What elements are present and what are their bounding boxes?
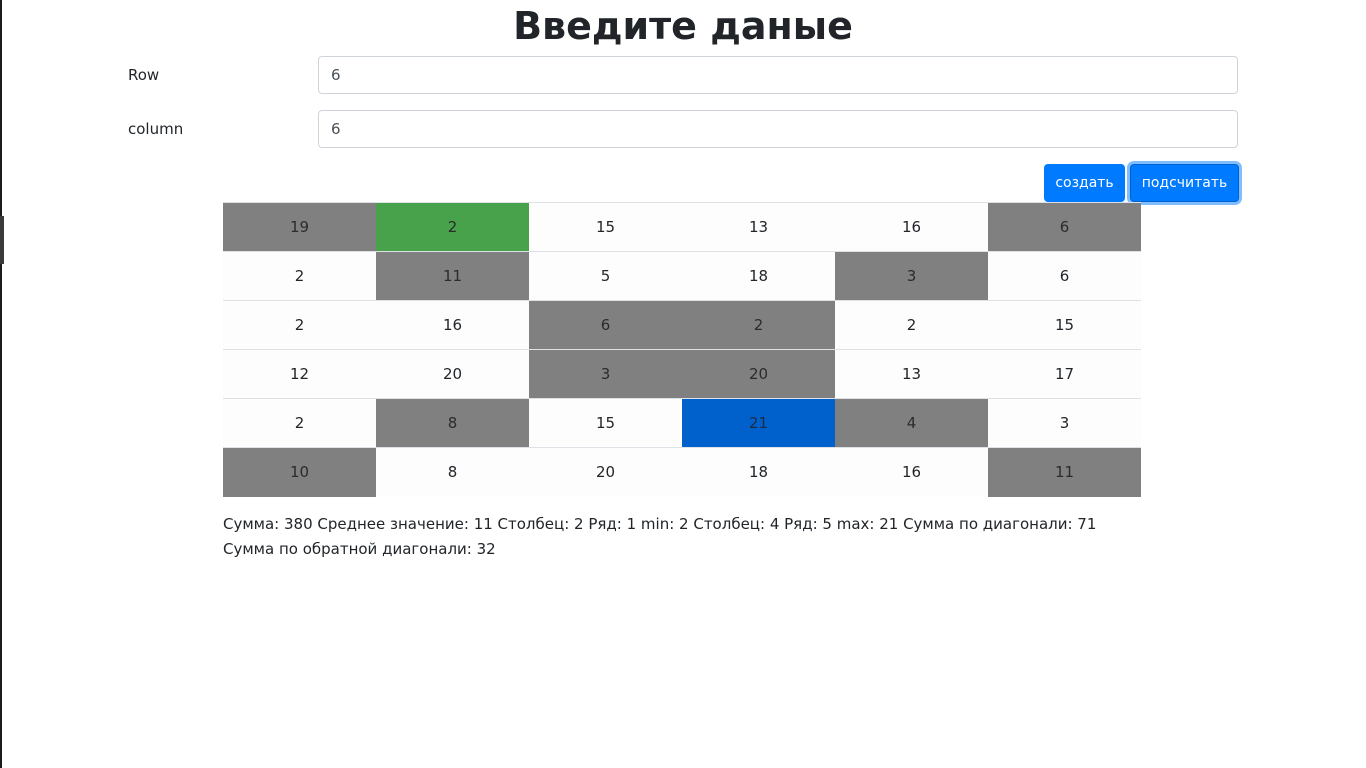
- matrix-row: 2 8 15 21 4 3: [223, 398, 1141, 448]
- matrix-cell: 20: [682, 349, 835, 399]
- row-label: Row: [128, 66, 160, 84]
- matrix-cell: 16: [376, 300, 529, 350]
- matrix-cell: 8: [376, 398, 529, 448]
- matrix-cell: 16: [835, 447, 988, 497]
- matrix-cell: 6: [529, 300, 682, 350]
- matrix-cell: 20: [376, 349, 529, 399]
- matrix-cell: 15: [988, 300, 1141, 350]
- matrix-cell: 8: [376, 447, 529, 497]
- matrix-cell: 3: [988, 398, 1141, 448]
- matrix-cell: 3: [529, 349, 682, 399]
- matrix-cell: 2: [223, 251, 376, 301]
- matrix-cell: 2: [376, 202, 529, 252]
- column-label: column: [128, 120, 184, 138]
- matrix-cell: 2: [682, 300, 835, 350]
- matrix-cell: 2: [835, 300, 988, 350]
- matrix-row: 19 2 15 13 16 6: [223, 202, 1141, 252]
- window-left-edge: [0, 0, 2, 768]
- matrix-cell: 6: [988, 202, 1141, 252]
- matrix-cell: 3: [835, 251, 988, 301]
- matrix-cell: 5: [529, 251, 682, 301]
- column-form-group: column: [128, 110, 1238, 148]
- matrix-cell: 15: [529, 398, 682, 448]
- matrix-cell: 10: [223, 447, 376, 497]
- matrix-row: 2 16 6 2 2 15: [223, 300, 1141, 350]
- page-title: Введите даные: [513, 4, 853, 48]
- matrix-cell: 2: [223, 300, 376, 350]
- count-button[interactable]: подсчитать: [1130, 164, 1239, 202]
- matrix-cell: 21: [682, 398, 835, 448]
- matrix-cell: 11: [376, 251, 529, 301]
- matrix-cell: 18: [682, 251, 835, 301]
- column-input[interactable]: [318, 110, 1238, 148]
- matrix-cell: 18: [682, 447, 835, 497]
- matrix-cell: 4: [835, 398, 988, 448]
- row-input[interactable]: [318, 56, 1238, 94]
- matrix-table: 19 2 15 13 16 6 2 11 5 18 3 6 2 16 6 2 2 15 12 20 3 20 13 17 2 8 1…: [223, 202, 1141, 497]
- create-button[interactable]: создать: [1044, 164, 1125, 202]
- window-side-handle: [0, 216, 4, 264]
- matrix-cell: 11: [988, 447, 1141, 497]
- matrix-cell: 20: [529, 447, 682, 497]
- matrix-cell: 13: [835, 349, 988, 399]
- matrix-cell: 12: [223, 349, 376, 399]
- matrix-cell: 15: [529, 202, 682, 252]
- matrix-row: 12 20 3 20 13 17: [223, 349, 1141, 399]
- matrix-cell: 17: [988, 349, 1141, 399]
- matrix-cell: 13: [682, 202, 835, 252]
- statistics-text: Сумма: 380 Среднее значение: 11 Столбец:…: [223, 515, 1097, 558]
- matrix-row: 2 11 5 18 3 6: [223, 251, 1141, 301]
- matrix-row: 10 8 20 18 16 11: [223, 447, 1141, 497]
- row-form-group: Row: [128, 56, 1238, 94]
- matrix-cell: 19: [223, 202, 376, 252]
- matrix-cell: 16: [835, 202, 988, 252]
- matrix-cell: 6: [988, 251, 1141, 301]
- matrix-cell: 2: [223, 398, 376, 448]
